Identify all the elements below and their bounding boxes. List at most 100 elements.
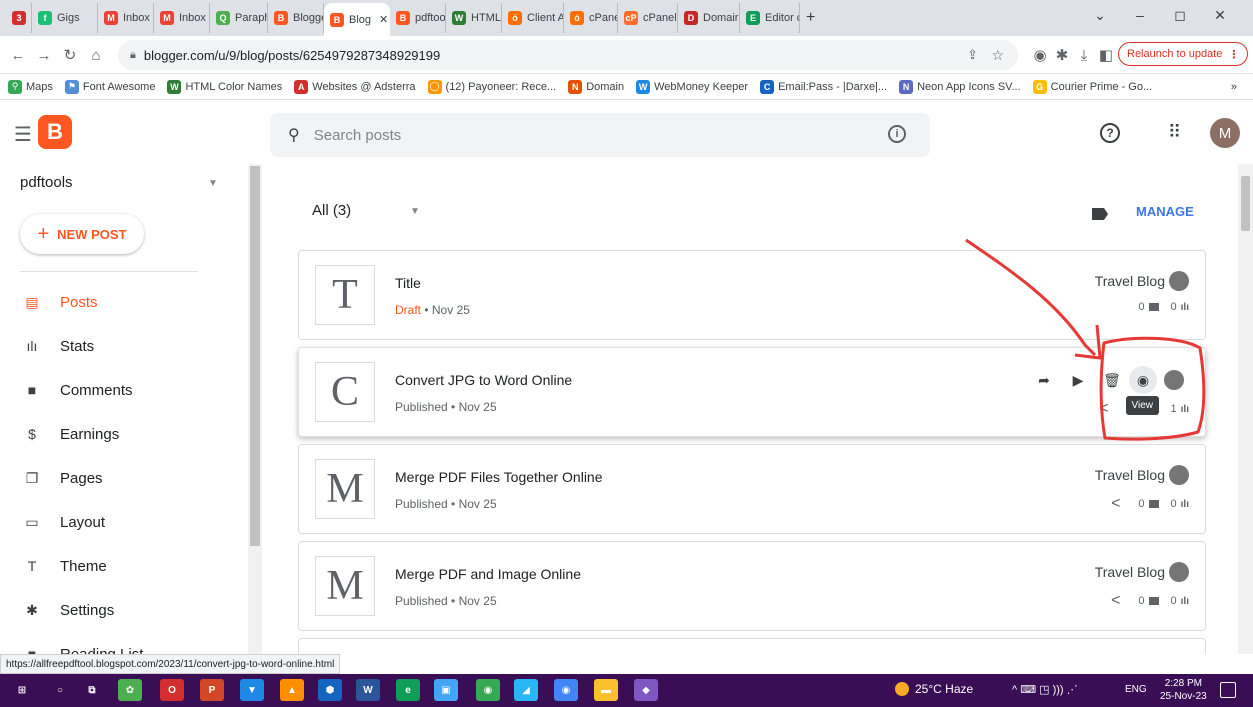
apps-grid-icon[interactable]: ⠿ — [1168, 122, 1181, 143]
tab-search-button[interactable]: ⌄ — [1080, 0, 1120, 30]
bookmark-item[interactable]: ⚑ Font Awesome — [64, 79, 155, 94]
post-title[interactable]: Merge PDF Files Together Online — [395, 469, 603, 485]
search-box[interactable]: ⚲ i — [270, 113, 930, 157]
post-row[interactable]: C Convert JPG to Word Online Published • N… — [298, 347, 1206, 437]
task-view-icon[interactable]: ⧉ — [80, 679, 104, 701]
caret-down-icon[interactable]: ▼ — [410, 206, 420, 217]
close-tab-icon[interactable]: ✕ — [379, 13, 388, 26]
label-icon[interactable]: ▶ — [1061, 366, 1095, 394]
post-title[interactable]: Title — [395, 275, 421, 291]
bookmark-item[interactable]: W HTML Color Names — [167, 79, 282, 94]
bookmark-item[interactable]: G Courier Prime - Go... — [1032, 79, 1152, 94]
delete-icon[interactable]: 🗑︎ — [1095, 366, 1129, 394]
start-icon[interactable]: ⊞ — [10, 679, 34, 701]
extension-icon[interactable]: ◉ — [1030, 45, 1050, 65]
search-icon[interactable]: ○ — [48, 679, 72, 701]
browser-tab[interactable]: M Inbox (3 — [98, 3, 154, 33]
help-icon[interactable]: ? — [1100, 123, 1120, 143]
powerpoint-icon[interactable]: P — [200, 679, 224, 701]
sidebar-item-earnings[interactable]: $ Earnings — [0, 412, 248, 456]
browser-tab[interactable]: W HTML C — [446, 3, 502, 33]
file-explorer-icon[interactable]: ▬ — [594, 679, 618, 701]
caret-down-icon[interactable]: ▼ — [208, 178, 218, 189]
share-icon[interactable]: < — [1099, 400, 1108, 418]
chrome-icon[interactable]: ◉ — [554, 679, 578, 701]
move-to-icon[interactable]: ➦ — [1027, 366, 1061, 394]
address-bar[interactable]: 🔒︎ blogger.com/u/9/blog/posts/6254979287… — [118, 40, 1018, 70]
chrome-icon[interactable]: ◉ — [476, 679, 500, 701]
sidebar-item-layout[interactable]: ▭ Layout — [0, 500, 248, 544]
app-icon[interactable]: ⬢ — [318, 679, 342, 701]
browser-tab[interactable]: ó Client A — [502, 3, 564, 33]
app-icon[interactable]: ◢ — [514, 679, 538, 701]
app-icon[interactable]: ◆ — [634, 679, 658, 701]
info-icon[interactable]: i — [888, 125, 906, 143]
back-arrow-icon[interactable]: ← — [8, 45, 28, 65]
bookmark-item[interactable]: ◯ (12) Payoneer: Rece... — [427, 79, 556, 94]
menu-dots-icon[interactable]: ⋮ — [1228, 48, 1239, 61]
clock[interactable]: 2:28 PM 25-Nov-23 — [1160, 677, 1207, 703]
share-icon[interactable]: < — [1111, 495, 1120, 513]
browser-tab[interactable]: B Blog ✕ — [324, 3, 390, 36]
share-icon[interactable]: < — [1111, 592, 1120, 610]
bookmark-item[interactable]: ⚲ Maps — [8, 79, 53, 94]
opera-icon[interactable]: O — [160, 679, 184, 701]
weather-widget[interactable]: 25°C Haze — [895, 682, 973, 696]
word-icon[interactable]: W — [356, 679, 380, 701]
browser-tab[interactable]: Q Paraphr — [210, 3, 268, 33]
sidebar-item-theme[interactable]: T Theme — [0, 544, 248, 588]
browser-tab[interactable]: cP cPanel — [618, 3, 678, 33]
sidebar-scrollbar[interactable] — [248, 164, 262, 654]
main-scrollbar[interactable] — [1238, 164, 1253, 654]
blog-selector[interactable]: pdftools — [20, 174, 73, 191]
app-icon[interactable]: ▼ — [240, 679, 264, 701]
sidebar-item-posts[interactable]: ▤ Posts — [0, 280, 248, 324]
account-avatar[interactable]: M — [1210, 118, 1240, 148]
puzzle-extensions-icon[interactable]: ✱ — [1052, 45, 1072, 65]
bookmark-item[interactable]: N Domain — [568, 79, 624, 94]
notification-icon[interactable] — [1220, 682, 1236, 698]
blogger-logo[interactable]: B — [38, 115, 72, 149]
download-icon[interactable]: ⤓ — [1074, 45, 1094, 65]
app-icon[interactable]: ✿ — [118, 679, 142, 701]
browser-tab[interactable]: 3 — [6, 3, 32, 33]
bookmark-item[interactable]: W WebMoney Keeper — [636, 79, 748, 94]
edge-icon[interactable]: e — [396, 679, 420, 701]
browser-tab[interactable]: E Editor c — [740, 3, 800, 33]
forward-arrow-icon[interactable]: → — [34, 45, 54, 65]
label-icon[interactable] — [1092, 208, 1108, 220]
relaunch-button[interactable]: Relaunch to update ⋮ — [1118, 42, 1249, 66]
browser-tab[interactable]: f Gigs — [32, 3, 98, 33]
system-tray-icons[interactable]: ^ ⌨ ◳ ))) ⋰ — [1012, 683, 1078, 696]
post-title[interactable]: Convert JPG to Word Online — [395, 372, 572, 388]
language-indicator[interactable]: ENG — [1125, 684, 1147, 695]
main-scroll-thumb[interactable] — [1241, 176, 1250, 231]
vlc-icon[interactable]: ▲ — [280, 679, 304, 701]
browser-tab[interactable]: Bpdftool — [390, 3, 446, 33]
sidebar-item-stats[interactable]: ılı Stats — [0, 324, 248, 368]
view-eye-icon[interactable]: ◉ — [1129, 366, 1157, 394]
browser-tab[interactable]: D Domair — [678, 3, 740, 33]
bookmark-item[interactable]: N Neon App Icons SV... — [899, 79, 1021, 94]
sidepanel-icon[interactable]: ◧ — [1096, 45, 1116, 65]
new-post-button[interactable]: + NEW POST — [20, 214, 144, 254]
manage-labels-button[interactable]: MANAGE — [1136, 204, 1194, 219]
new-tab-button[interactable]: + — [800, 3, 821, 33]
share-icon[interactable]: ⇪ — [967, 47, 978, 63]
close-window-button[interactable]: ✕ — [1200, 0, 1240, 30]
sidebar-item-reading-list[interactable]: ■ Reading List — [0, 632, 248, 655]
hamburger-menu-icon[interactable]: ☰ — [14, 122, 32, 147]
browser-tab[interactable]: B Blogge — [268, 3, 324, 33]
sidebar-item-pages[interactable]: ❐ Pages — [0, 456, 248, 500]
bookmark-star-icon[interactable]: ☆ — [991, 47, 1004, 64]
sidebar-item-comments[interactable]: ■ Comments — [0, 368, 248, 412]
sidebar-scroll-thumb[interactable] — [250, 166, 260, 546]
browser-tab[interactable]: M Inbox (3 — [154, 3, 210, 33]
bookmark-item[interactable]: C Email:Pass - |Darxe|... — [760, 79, 887, 94]
bookmark-item[interactable]: A Websites @ Adsterra — [294, 79, 416, 94]
app-icon[interactable]: ▣ — [434, 679, 458, 701]
minimize-button[interactable]: – — [1120, 0, 1160, 30]
post-title[interactable]: Merge PDF and Image Online — [395, 566, 581, 582]
reload-icon[interactable]: ↻ — [60, 45, 80, 65]
maximize-button[interactable]: ◻ — [1160, 0, 1200, 30]
